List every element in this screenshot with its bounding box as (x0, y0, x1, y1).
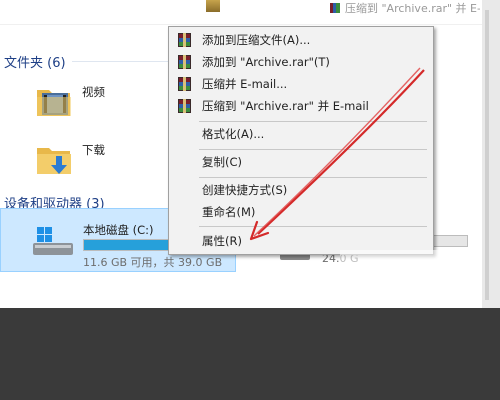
background-menu-echo: 压缩到 "Archive.rar" 并 E-mail (330, 0, 480, 14)
folder-label: 下载 (82, 143, 105, 157)
menu-item-format[interactable]: 格式化(A)... (169, 123, 433, 145)
menu-separator (199, 149, 427, 150)
winrar-icon (178, 77, 191, 91)
top-strip: 压缩到 "Archive.rar" 并 E-mail (0, 0, 482, 25)
menu-item-add-to-archive-rar[interactable]: 添加到 "Archive.rar"(T) (169, 51, 433, 73)
drive-free-space: 11.6 GB 可用，共 39.0 GB (83, 256, 223, 269)
folder-label: 视频 (82, 85, 105, 99)
download-folder-icon (37, 148, 71, 174)
menu-separator (199, 121, 427, 122)
menu-item-compress-email[interactable]: 压缩并 E-mail... (169, 73, 433, 95)
menu-item-properties[interactable]: 属性(R) (169, 230, 433, 252)
menu-item-compress-archive-email[interactable]: 压缩到 "Archive.rar" 并 E-mail (169, 95, 433, 117)
windows-drive-icon (33, 227, 73, 255)
winrar-icon (178, 33, 191, 47)
menu-item-create-shortcut[interactable]: 创建快捷方式(S) (169, 179, 433, 201)
folder-item-downloads[interactable]: 下载 (36, 138, 156, 184)
menu-item-copy[interactable]: 复制(C) (169, 151, 433, 173)
menu-item-rename[interactable]: 重命名(M) (169, 201, 433, 223)
context-menu: 添加到压缩文件(A)... 添加到 "Archive.rar"(T) 压缩并 E… (168, 26, 434, 255)
section-divider (72, 61, 168, 62)
folder-item-videos[interactable]: 视频 (36, 80, 156, 126)
menu-separator (199, 177, 427, 178)
drive-label: 本地磁盘 (C:) (83, 223, 154, 237)
vertical-scrollbar[interactable] (482, 0, 500, 308)
folders-section-title: 文件夹 (6) (4, 56, 66, 71)
menu-separator (199, 226, 427, 227)
folder-thumbnail-icon (206, 0, 220, 12)
winrar-icon (178, 99, 191, 113)
winrar-icon (330, 3, 340, 13)
video-folder-icon (37, 90, 71, 116)
winrar-icon (178, 55, 191, 69)
menu-item-add-to-archive[interactable]: 添加到压缩文件(A)... (169, 29, 433, 51)
watermark-overlay (340, 250, 480, 308)
